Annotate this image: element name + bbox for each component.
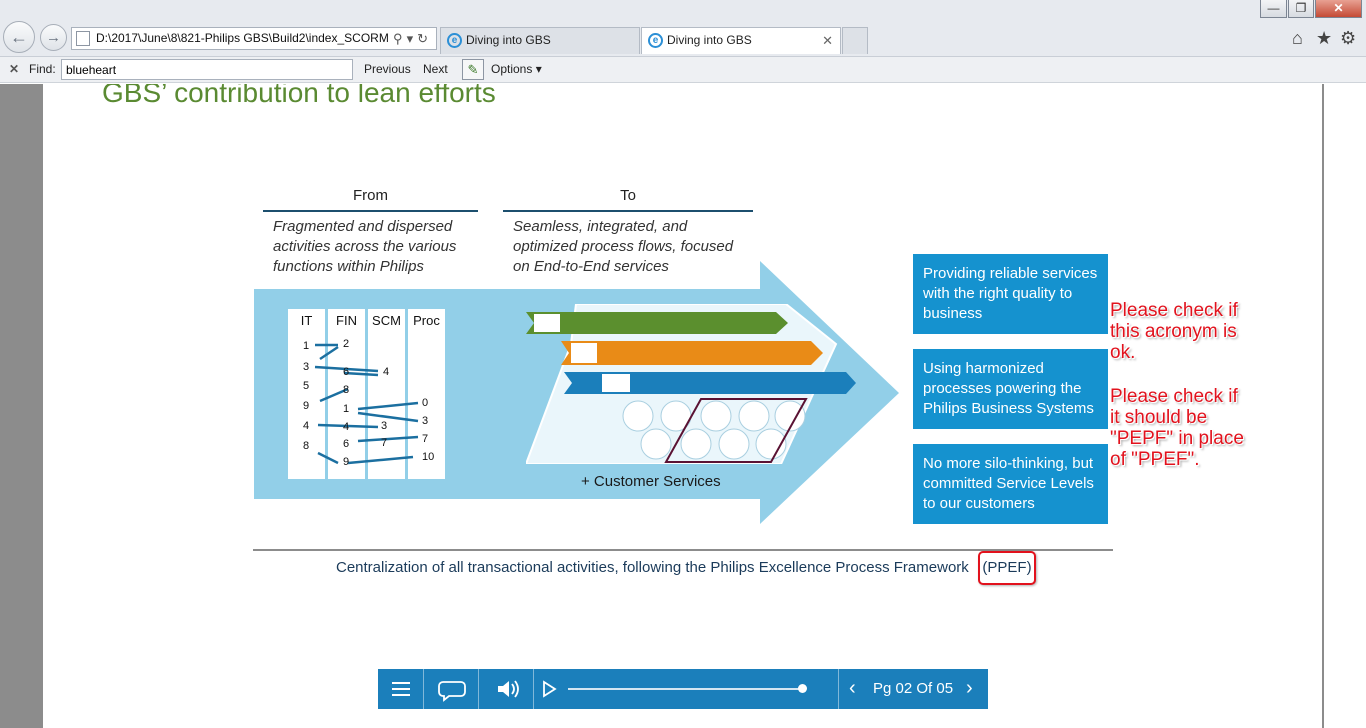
review-note: Please check if it should be "PEPF" in p… [1110, 386, 1244, 470]
customer-services-label: + Customer Services [581, 473, 721, 490]
minimize-button[interactable]: — [1260, 0, 1287, 18]
home-icon[interactable]: ⌂ [1292, 28, 1303, 49]
scrollbar[interactable] [1324, 84, 1366, 728]
speaker-icon [498, 680, 519, 698]
player-separator [838, 669, 839, 709]
back-button[interactable]: ← [3, 21, 35, 53]
review-note: Please check if this acronym is ok. [1110, 300, 1238, 363]
speech-bubble-icon [438, 681, 466, 702]
functions-table: IT FIN SCM Proc 1 3 5 9 4 8 2 6 8 1 4 6 … [288, 309, 446, 479]
play-button[interactable] [534, 669, 564, 709]
new-tab-button[interactable] [842, 27, 868, 54]
table-number: 8 [343, 384, 350, 396]
ie-icon: e [447, 33, 462, 48]
page-icon [76, 31, 90, 46]
ie-icon: e [648, 33, 663, 48]
table-number: 1 [303, 340, 310, 352]
gear-icon[interactable]: ⚙ [1340, 28, 1356, 49]
progress-knob[interactable] [798, 684, 807, 693]
volume-button[interactable] [479, 669, 534, 709]
table-number: 8 [303, 440, 310, 452]
progress-track[interactable] [568, 688, 803, 690]
table-number: 7 [422, 433, 429, 445]
table-number: 9 [303, 400, 310, 412]
tab-label: Diving into GBS [466, 33, 551, 47]
maximize-button[interactable]: ❐ [1288, 0, 1314, 18]
table-number: 3 [381, 420, 388, 432]
browser-chrome: ← → D:\2017\June\8\821-Philips GBS\Build… [0, 0, 1366, 57]
tab-label: Diving into GBS [667, 33, 752, 47]
table-number: 4 [383, 366, 390, 378]
star-icon[interactable]: ★ [1316, 28, 1332, 49]
table-number: 7 [381, 437, 388, 449]
find-next-button[interactable]: Next [423, 62, 448, 76]
table-number: 6 [343, 438, 350, 450]
find-previous-button[interactable]: Previous [364, 62, 411, 76]
tab-inactive[interactable]: e Diving into GBS [440, 27, 640, 54]
prev-page-icon[interactable]: ‹ [849, 677, 856, 700]
address-text: D:\2017\June\8\821-Philips GBS\Build2\in… [96, 31, 389, 45]
benefit-box: No more silo-thinking, but committed Ser… [913, 444, 1108, 524]
page-label: Pg 02 Of 05 [873, 680, 954, 697]
tab-close-icon[interactable]: ✕ [822, 28, 833, 53]
table-number: 6 [343, 366, 350, 378]
benefit-box: Providing reliable services with the rig… [913, 254, 1108, 334]
table-number: 0 [422, 397, 429, 409]
player-bar: ‹ Pg 02 Of 05 › [378, 669, 988, 709]
slide-title: GBS’ contribution to lean efforts [102, 84, 496, 108]
table-number: 5 [303, 380, 310, 392]
table-number: 4 [303, 420, 310, 432]
table-number: 1 [343, 403, 350, 415]
close-window-button[interactable]: ✕ [1315, 0, 1362, 18]
caption: Centralization of all transactional acti… [336, 559, 969, 576]
find-input[interactable] [61, 59, 353, 80]
table-number: 9 [343, 456, 350, 468]
address-bar[interactable]: D:\2017\June\8\821-Philips GBS\Build2\in… [71, 27, 437, 50]
page-viewport: GBS’ contribution to lean efforts From T… [0, 84, 1366, 728]
tab-active[interactable]: e Diving into GBS ✕ [641, 27, 841, 54]
table-number: 3 [303, 361, 310, 373]
transcript-button[interactable] [424, 669, 479, 709]
from-heading: From [263, 187, 478, 212]
table-number: 10 [422, 451, 435, 463]
table-number: 2 [343, 338, 350, 350]
options-button[interactable]: Options ▾ [491, 62, 542, 76]
find-bar: ✕ Find: Previous Next ✎ Options ▾ [0, 57, 1366, 83]
menu-button[interactable] [378, 669, 424, 709]
address-tools-icon[interactable]: ⚲▾↻ [393, 28, 432, 49]
table-number: 3 [422, 415, 429, 427]
forward-button[interactable]: → [40, 24, 67, 51]
acronym-highlight: (PPEF) [978, 551, 1036, 585]
find-label: Find: [29, 62, 56, 76]
play-icon [543, 680, 557, 698]
menu-icon [392, 682, 410, 696]
find-close-icon[interactable]: ✕ [9, 62, 19, 76]
table-number: 4 [343, 421, 350, 433]
highlight-icon[interactable]: ✎ [462, 59, 484, 80]
to-heading: To [503, 187, 753, 212]
benefit-box: Using harmonized processes powering the … [913, 349, 1108, 429]
process-flow-graphic [526, 304, 856, 464]
next-page-icon[interactable]: › [966, 677, 973, 700]
